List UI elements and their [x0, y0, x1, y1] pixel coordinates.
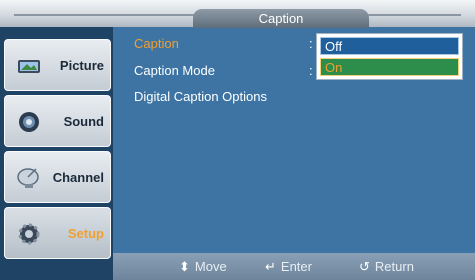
sound-icon — [19, 112, 39, 132]
picture-icon — [18, 60, 40, 73]
tv-osd-screen: Caption Picture Sound Channel Setup Capt… — [0, 0, 475, 280]
channel-icon — [17, 168, 39, 188]
menu-item-caption[interactable]: Caption — [134, 36, 179, 51]
sidebar-item-channel[interactable]: Channel — [4, 151, 111, 203]
menu-item-caption-mode[interactable]: Caption Mode — [134, 63, 215, 78]
sidebar-item-label: Setup — [67, 226, 104, 241]
hint-return: ↺ Return — [359, 253, 414, 280]
title-bar: Caption — [0, 0, 475, 28]
up-down-arrows-icon: ⬍ — [179, 259, 190, 274]
hint-move-label: Move — [194, 259, 227, 274]
setup-icon — [18, 223, 40, 245]
enter-icon: ↵ — [265, 259, 276, 274]
sidebar: Picture Sound Channel Setup — [0, 27, 113, 280]
sidebar-item-picture[interactable]: Picture — [4, 39, 111, 91]
hint-enter: ↵ Enter — [265, 253, 312, 280]
menu-item-digital-caption-options[interactable]: Digital Caption Options — [134, 89, 267, 104]
caption-dropdown[interactable]: Off On — [316, 33, 463, 80]
sidebar-item-setup[interactable]: Setup — [4, 207, 111, 259]
bottom-hint-bar: ⬍ Move ↵ Enter ↺ Return — [113, 253, 475, 280]
hint-return-label: Return — [374, 259, 414, 274]
hint-enter-label: Enter — [280, 259, 312, 274]
hint-move: ⬍ Move — [179, 253, 227, 280]
page-title-tab: Caption — [193, 9, 369, 28]
sidebar-item-sound[interactable]: Sound — [4, 95, 111, 147]
dropdown-option-on[interactable]: On — [320, 58, 459, 76]
sidebar-item-label: Sound — [63, 114, 104, 129]
sidebar-item-label: Picture — [59, 58, 104, 73]
dropdown-option-off[interactable]: Off — [320, 37, 459, 55]
menu-colon: : — [309, 36, 313, 51]
return-icon: ↺ — [359, 259, 370, 274]
sidebar-item-label: Channel — [52, 170, 104, 185]
menu-colon: : — [309, 63, 313, 78]
page-title: Caption — [258, 11, 304, 26]
